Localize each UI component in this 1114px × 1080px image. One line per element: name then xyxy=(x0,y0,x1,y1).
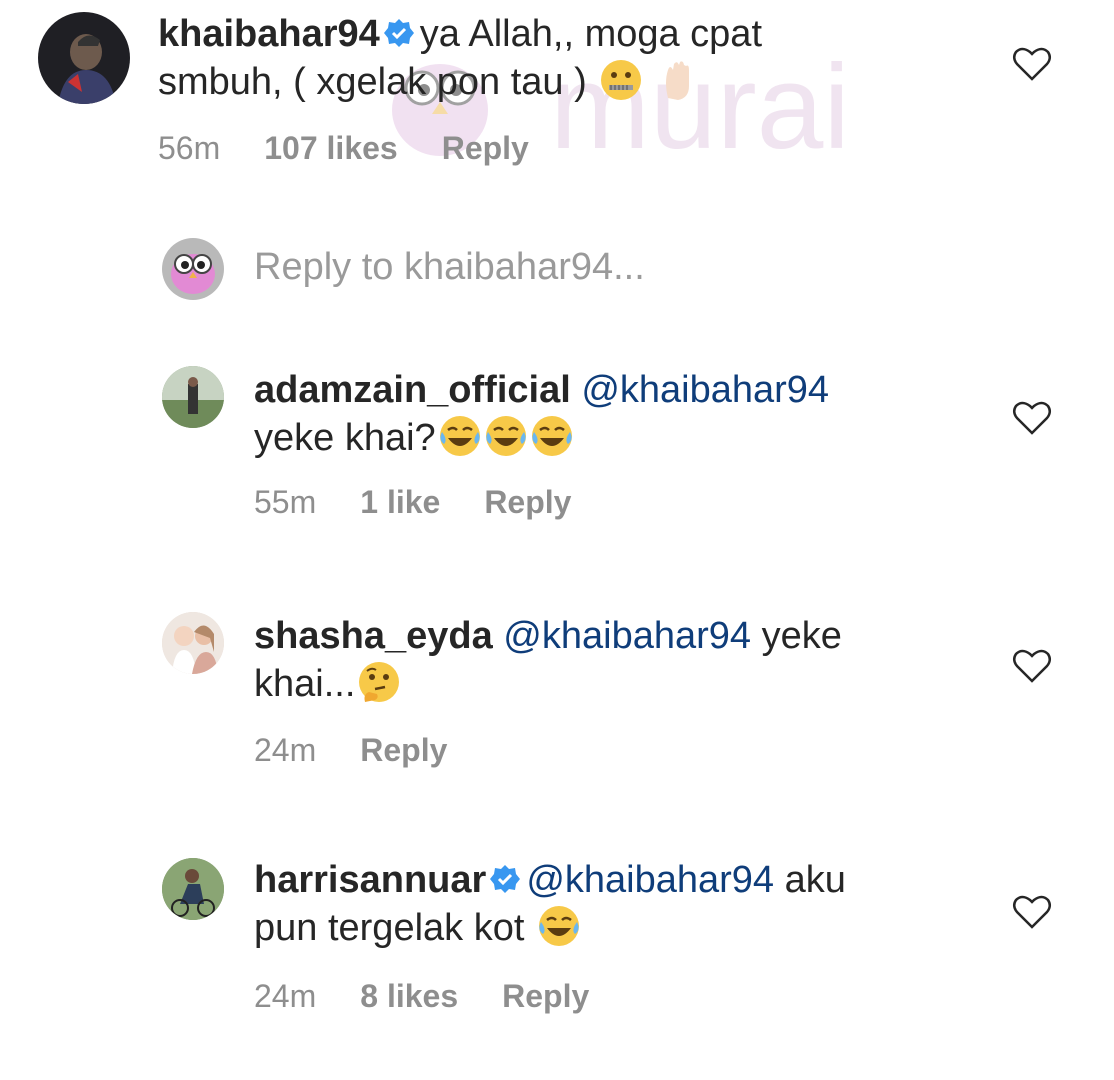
comment-time: 24m xyxy=(254,732,317,768)
username[interactable]: adamzain_official xyxy=(254,369,571,411)
comment-body-line1: yeke xyxy=(761,615,842,657)
avatar[interactable] xyxy=(38,12,130,104)
likes-count[interactable]: 107 likes xyxy=(264,130,397,166)
comment-text: adamzain_official @khaibahar94 yeke khai… xyxy=(254,366,974,462)
thinking-face-icon xyxy=(359,662,400,702)
comment-meta: 24m 8 likes Reply xyxy=(254,978,633,1015)
heart-icon[interactable] xyxy=(1012,400,1052,436)
mention-link[interactable]: @khaibahar94 xyxy=(503,615,751,657)
comment-text: khaibahar94 ya Allah,, moga cpat smbuh, (… xyxy=(158,10,878,106)
heart-icon[interactable] xyxy=(1012,648,1052,684)
comment-text: harrisannuar @khaibahar94 aku pun tergela… xyxy=(254,856,974,952)
face-with-tears-of-joy-icon xyxy=(485,416,526,456)
comment-time: 55m xyxy=(254,484,317,520)
mention-link[interactable]: @khaibahar94 xyxy=(581,369,829,411)
raised-hand-icon xyxy=(665,61,689,100)
reply-button[interactable]: Reply xyxy=(360,732,447,768)
face-with-tears-of-joy-icon xyxy=(531,416,572,456)
comment-body-line2: yeke khai? xyxy=(254,417,436,459)
reply-button[interactable]: Reply xyxy=(502,978,589,1014)
comment-body-line2: khai... xyxy=(254,663,356,705)
mention-link[interactable]: @khaibahar94 xyxy=(526,859,774,901)
comment-meta: 24m Reply xyxy=(254,732,491,769)
comment-body-line2: smbuh, ( xgelak pon tau ) xyxy=(158,61,587,103)
reply-button[interactable]: Reply xyxy=(484,484,571,520)
username[interactable]: harrisannuar xyxy=(254,859,486,901)
reply-button[interactable]: Reply xyxy=(442,130,529,166)
heart-icon[interactable] xyxy=(1012,894,1052,930)
user-avatar xyxy=(162,238,224,300)
verified-badge-icon xyxy=(383,19,414,47)
avatar[interactable] xyxy=(162,612,224,674)
comment-meta: 56m 107 likes Reply xyxy=(158,130,573,167)
avatar[interactable] xyxy=(162,858,224,920)
username[interactable]: shasha_eyda xyxy=(254,615,493,657)
likes-count[interactable]: 8 likes xyxy=(360,978,458,1014)
comment-body-line2: pun tergelak kot xyxy=(254,907,525,949)
heart-icon[interactable] xyxy=(1012,46,1052,82)
comment-meta: 55m 1 like Reply xyxy=(254,484,615,521)
face-with-tears-of-joy-icon xyxy=(439,416,480,456)
comment-time: 56m xyxy=(158,130,221,166)
face-with-tears-of-joy-icon xyxy=(538,906,579,946)
comment-time: 24m xyxy=(254,978,317,1014)
avatar[interactable] xyxy=(162,366,224,428)
likes-count[interactable]: 1 like xyxy=(360,484,440,520)
reply-input-placeholder[interactable]: Reply to khaibahar94... xyxy=(254,246,645,289)
comment-text: shasha_eyda @khaibahar94 yeke khai... xyxy=(254,612,974,708)
username[interactable]: khaibahar94 xyxy=(158,13,380,55)
zipper-mouth-face-icon xyxy=(601,60,642,100)
comment-body-line1: ya Allah,, moga cpat xyxy=(419,13,763,55)
verified-badge-icon xyxy=(490,865,521,893)
comment-body-line1: aku xyxy=(784,859,846,901)
